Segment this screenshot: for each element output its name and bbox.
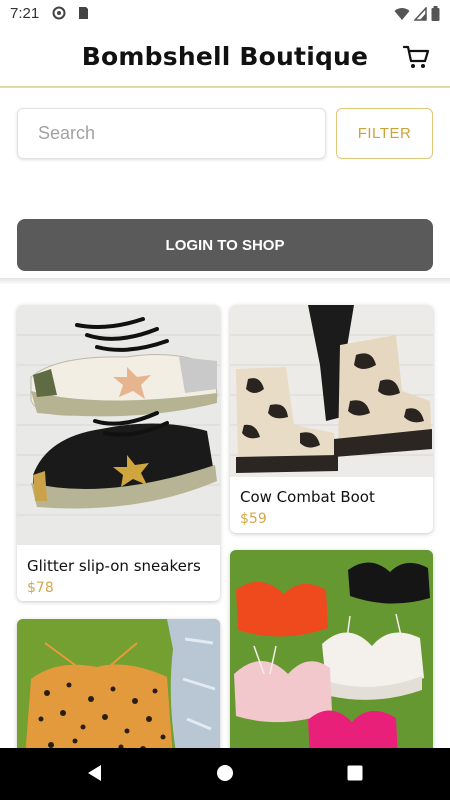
- product-card[interactable]: Cow Combat Boot $59: [230, 305, 433, 533]
- product-card[interactable]: [17, 619, 220, 759]
- app-header: Bombshell Boutique: [0, 28, 450, 88]
- product-image-cow-boot: [230, 305, 433, 477]
- product-image-leopard-top: [17, 619, 220, 759]
- back-icon[interactable]: [86, 764, 104, 782]
- product-name: Glitter slip-on sneakers: [27, 557, 201, 575]
- wifi-icon: [394, 7, 410, 20]
- product-price: $59: [240, 511, 267, 527]
- search-input[interactable]: [17, 108, 326, 159]
- home-icon[interactable]: [216, 764, 234, 782]
- filter-button[interactable]: FILTER: [336, 108, 433, 159]
- battery-icon: [431, 6, 440, 21]
- product-name: Cow Combat Boot: [240, 488, 375, 506]
- status-time: 7:21: [10, 5, 40, 22]
- login-to-shop-button[interactable]: LOGIN TO SHOP: [17, 219, 433, 271]
- status-icons: [394, 6, 440, 21]
- app-title: Bombshell Boutique: [81, 42, 369, 71]
- product-image-bralettes: [230, 550, 433, 759]
- product-price: $78: [27, 580, 54, 596]
- section-divider: [0, 278, 450, 284]
- status-bar: 7:21: [0, 0, 450, 28]
- product-card[interactable]: Glitter slip-on sneakers $78: [17, 305, 220, 601]
- sd-card-icon: [79, 7, 88, 19]
- system-nav-bar: [0, 748, 450, 800]
- cell-signal-icon: [414, 6, 427, 21]
- product-image-sneakers: [17, 305, 220, 545]
- recents-icon[interactable]: [346, 764, 364, 782]
- data-saver-icon: [52, 6, 66, 20]
- cart-icon[interactable]: [402, 44, 430, 70]
- product-card[interactable]: [230, 550, 433, 759]
